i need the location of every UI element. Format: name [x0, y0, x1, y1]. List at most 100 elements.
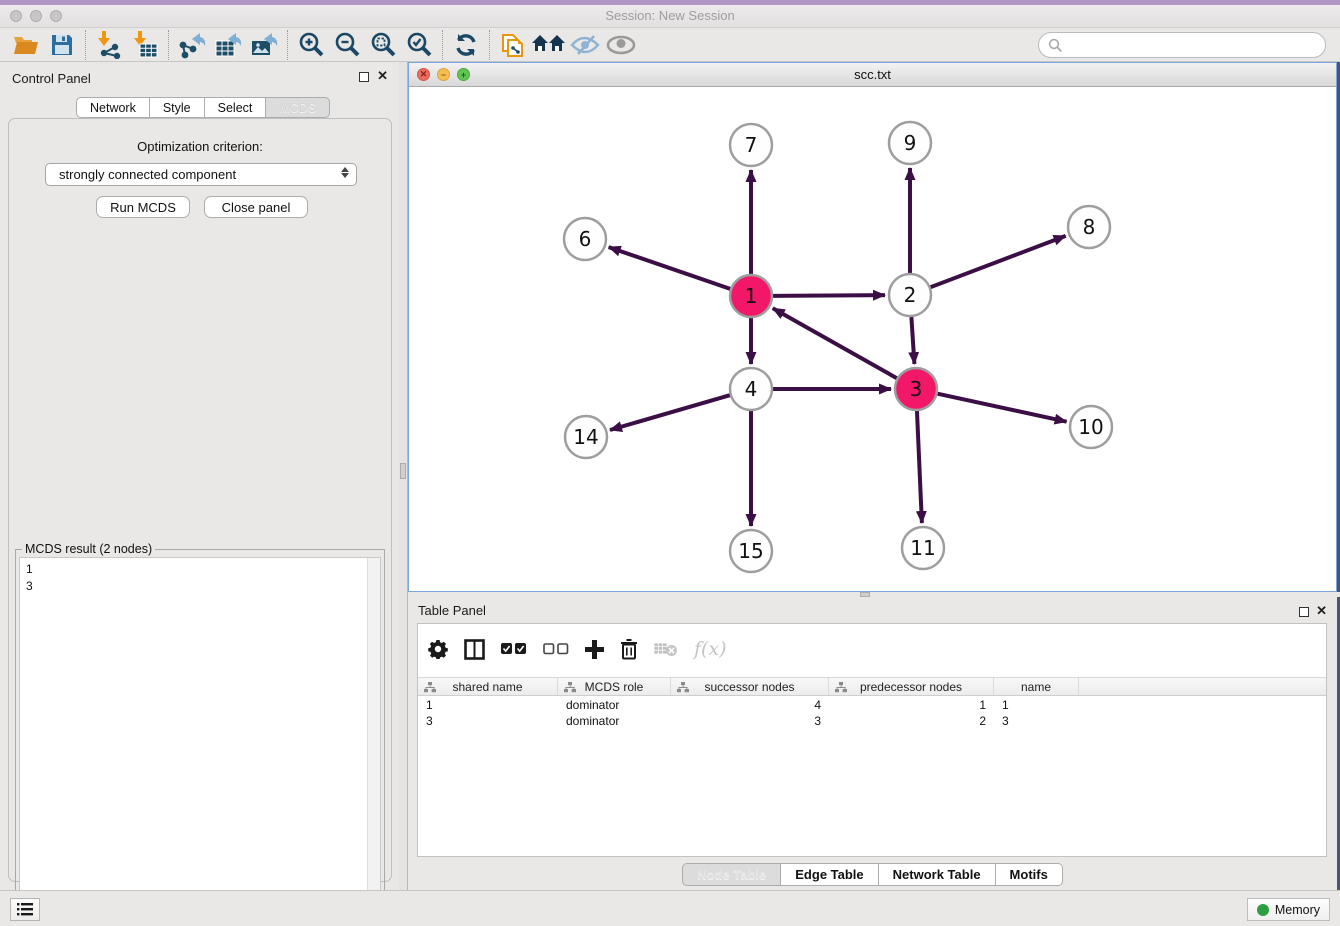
delete-column-icon[interactable] — [620, 639, 638, 660]
table-row[interactable]: 3dominator323 — [418, 713, 1326, 729]
tab-motifs[interactable]: Motifs — [996, 863, 1063, 886]
mcds-result-textarea[interactable]: 13 — [19, 557, 381, 926]
column-header-shared-name[interactable]: shared name — [418, 678, 558, 695]
column-header-predecessor-nodes[interactable]: predecessor nodes — [829, 678, 994, 695]
show-eye-icon[interactable] — [603, 29, 639, 61]
save-session-icon[interactable] — [44, 29, 80, 61]
tab-network-table[interactable]: Network Table — [879, 863, 996, 886]
close-panel-icon[interactable]: ✕ — [377, 69, 388, 83]
refresh-icon[interactable] — [448, 29, 484, 61]
edge-2-3[interactable] — [911, 317, 914, 364]
node-label-11: 11 — [910, 536, 935, 560]
homes-icon[interactable] — [531, 29, 567, 61]
edge-4-14[interactable] — [610, 395, 730, 430]
tab-mcds[interactable]: MCDS — [266, 97, 330, 118]
table-cell[interactable]: dominator — [558, 697, 671, 713]
table-cell[interactable]: dominator — [558, 713, 671, 729]
zoom-out-icon[interactable] — [329, 29, 365, 61]
search-icon — [1048, 38, 1063, 53]
duplicate-network-icon[interactable] — [495, 29, 531, 61]
node-label-9: 9 — [904, 131, 917, 155]
mcds-result-title: MCDS result (2 nodes) — [22, 542, 155, 556]
tab-edge-table[interactable]: Edge Table — [781, 863, 878, 886]
select-stepper-icon — [341, 167, 349, 178]
column-type-icon — [677, 682, 689, 693]
column-type-icon — [835, 682, 847, 693]
network-canvas[interactable]: 7968124314101511 — [409, 87, 1336, 591]
table-cell[interactable]: 1 — [994, 697, 1079, 713]
tab-node-table[interactable]: Node Table — [682, 863, 781, 886]
node-label-3: 3 — [910, 377, 923, 401]
table-cell[interactable]: 4 — [671, 697, 829, 713]
edge-3-1[interactable] — [773, 308, 897, 378]
zoom-fit-icon[interactable] — [365, 29, 401, 61]
float-panel-icon[interactable] — [1299, 607, 1309, 617]
import-table-icon[interactable] — [127, 29, 163, 61]
search-input[interactable] — [1067, 38, 1325, 53]
export-image-icon[interactable] — [246, 29, 282, 61]
node-label-15: 15 — [738, 539, 763, 563]
task-history-button[interactable] — [10, 898, 40, 921]
select-all-icon[interactable] — [501, 643, 527, 655]
toolbar-separator — [442, 30, 443, 60]
export-table-icon[interactable] — [210, 29, 246, 61]
table-row[interactable]: 1dominator411 — [418, 697, 1326, 713]
tab-style[interactable]: Style — [150, 97, 205, 118]
float-panel-icon[interactable] — [359, 72, 369, 82]
close-panel-button[interactable]: Close panel — [204, 196, 308, 218]
export-network-icon[interactable] — [174, 29, 210, 61]
zoom-in-icon[interactable] — [293, 29, 329, 61]
column-type-icon — [564, 682, 576, 693]
add-column-icon[interactable] — [585, 640, 604, 659]
column-header-label: successor nodes — [704, 680, 794, 694]
mcds-result-line: 1 — [26, 561, 374, 578]
gear-icon[interactable] — [428, 639, 448, 659]
table-cell[interactable]: 3 — [418, 713, 558, 729]
node-label-8: 8 — [1083, 215, 1096, 239]
network-view-frame: ✕ − + scc.txt 7968124314101511 — [408, 62, 1337, 592]
optimization-criterion-value: strongly connected component — [59, 167, 236, 182]
toolbar-separator — [287, 30, 288, 60]
table-cell[interactable]: 3 — [671, 713, 829, 729]
optimization-criterion-select[interactable]: strongly connected component — [45, 163, 357, 186]
window-title: Session: New Session — [0, 8, 1340, 23]
hide-eye-icon[interactable] — [567, 29, 603, 61]
node-label-2: 2 — [904, 283, 917, 307]
delete-table-icon[interactable] — [654, 641, 678, 657]
network-frame-titlebar[interactable]: ✕ − + scc.txt — [409, 63, 1336, 87]
table-cell[interactable]: 1 — [829, 697, 994, 713]
deselect-all-icon[interactable] — [543, 643, 569, 655]
vertical-splitter[interactable] — [399, 62, 408, 890]
edge-3-10[interactable] — [937, 394, 1066, 422]
import-network-icon[interactable] — [91, 29, 127, 61]
table-cell[interactable]: 3 — [994, 713, 1079, 729]
memory-label: Memory — [1275, 903, 1320, 917]
tab-network[interactable]: Network — [76, 97, 150, 118]
table-cell[interactable]: 2 — [829, 713, 994, 729]
splitter-grip-icon[interactable] — [400, 463, 406, 479]
edge-2-8[interactable] — [931, 236, 1066, 287]
edge-1-2[interactable] — [773, 295, 885, 296]
tab-select[interactable]: Select — [205, 97, 267, 118]
search-field[interactable] — [1038, 32, 1326, 58]
column-header-name[interactable]: name — [994, 678, 1079, 695]
node-label-6: 6 — [579, 227, 592, 251]
mcds-result-scrollbar[interactable] — [367, 558, 380, 925]
column-chooser-icon[interactable] — [464, 639, 485, 660]
zoom-selected-icon[interactable] — [401, 29, 437, 61]
column-type-icon — [424, 682, 436, 693]
column-header-successor-nodes[interactable]: successor nodes — [671, 678, 829, 695]
close-panel-icon[interactable]: ✕ — [1316, 604, 1327, 618]
column-header-MCDS-role[interactable]: MCDS role — [558, 678, 671, 695]
edge-1-6[interactable] — [609, 247, 731, 289]
control-panel: Control Panel ✕ NetworkStyleSelectMCDS O… — [0, 62, 399, 890]
run-mcds-button[interactable]: Run MCDS — [96, 196, 190, 218]
open-session-icon[interactable] — [8, 29, 44, 61]
table-cell[interactable]: 1 — [418, 697, 558, 713]
edge-3-11[interactable] — [917, 411, 922, 523]
function-builder-icon[interactable]: f(x) — [694, 638, 727, 660]
mcds-tab-content: Optimization criterion: strongly connect… — [8, 118, 392, 882]
memory-button[interactable]: Memory — [1247, 898, 1330, 921]
node-label-10: 10 — [1078, 415, 1103, 439]
network-frame-title: scc.txt — [409, 67, 1336, 82]
